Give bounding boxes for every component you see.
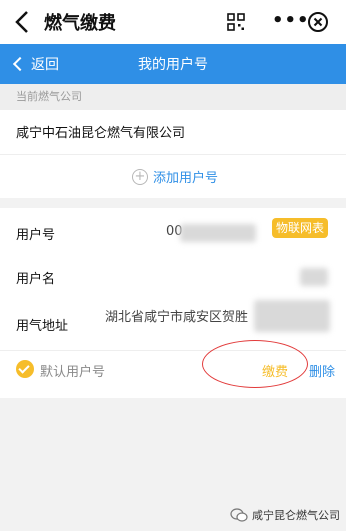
address-value: 湖北省咸宁市咸安区贺胜 (105, 310, 249, 325)
scan-icon[interactable] (226, 12, 246, 32)
annotation-circle (202, 340, 308, 388)
add-user-label: 添加用户号 (153, 171, 219, 186)
page-nav-bar: 返回 我的用户号 (0, 44, 346, 84)
watermark-text: 咸宁昆仑燃气公司 (252, 509, 340, 522)
app-top-bar: 燃气缴费 ••• (0, 0, 346, 44)
company-name: 咸宁中石油昆仑燃气有限公司 (16, 126, 186, 141)
user-name-label: 用户名 (16, 272, 56, 287)
page-title: 我的用户号 (138, 57, 208, 73)
default-checkbox[interactable] (16, 360, 34, 378)
back-arrow-icon[interactable] (10, 8, 34, 36)
current-company-label: 当前燃气公司 (0, 84, 346, 110)
default-user-label: 默认用户号 (40, 365, 106, 380)
address-label: 用气地址 (16, 319, 69, 334)
app-title: 燃气缴费 (44, 13, 116, 34)
iot-meter-badge: 物联网表 (272, 218, 329, 238)
redacted-address (254, 300, 330, 332)
add-user-button[interactable]: + 添加用户号 (132, 167, 218, 186)
divider (0, 154, 346, 155)
wechat-icon (230, 508, 248, 522)
company-card: 咸宁中石油昆仑燃气有限公司 + 添加用户号 (0, 110, 346, 198)
more-menu-icon[interactable]: ••• (272, 10, 310, 31)
delete-button[interactable]: 删除 (309, 361, 335, 380)
close-icon[interactable] (306, 10, 330, 34)
watermark: 咸宁昆仑燃气公司 (230, 507, 340, 523)
plus-icon: + (132, 168, 148, 185)
redacted-user-name (300, 268, 328, 286)
user-no-label: 用户号 (16, 228, 56, 243)
redacted-user-no (180, 224, 256, 242)
checkmark-icon (18, 362, 30, 374)
